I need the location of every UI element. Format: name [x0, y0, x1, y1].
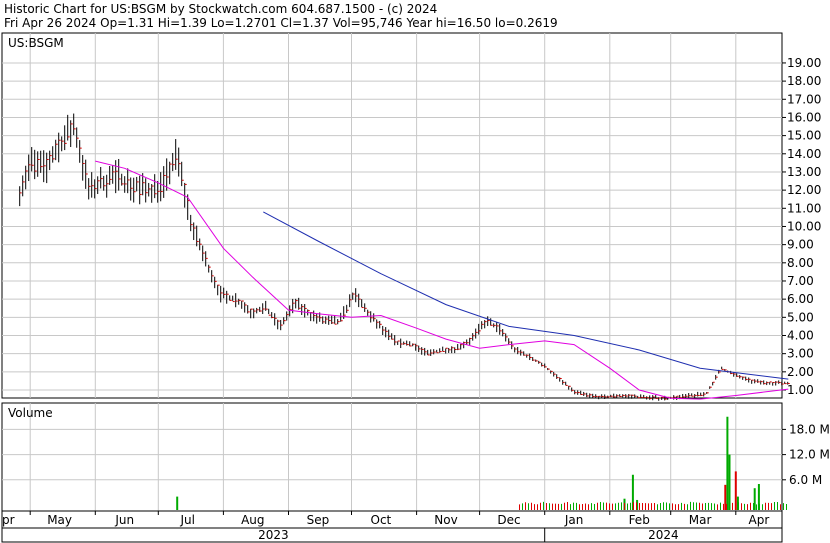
month-label: pr [2, 513, 15, 527]
price-tick-label: 13.00 [787, 165, 821, 179]
volume-tick-label: 18.0 M [789, 422, 830, 436]
price-tick-label: 10.00 [787, 219, 821, 233]
month-label: May [47, 513, 72, 527]
price-tick-label: 3.00 [787, 347, 814, 361]
month-label: Aug [241, 513, 264, 527]
price-tick-label: 19.00 [787, 56, 821, 70]
year-label: 2023 [258, 528, 289, 542]
month-label: Mar [689, 513, 712, 527]
volume-tick-label: 12.0 M [789, 448, 830, 462]
price-tick-label: 9.00 [787, 238, 814, 252]
month-label: Apr [749, 513, 770, 527]
price-panel-label: US:BSGM [8, 36, 64, 50]
volume-tick-label: 6.0 M [789, 473, 822, 487]
year-label: 2024 [648, 528, 679, 542]
volume-panel-label: Volume [8, 406, 53, 420]
month-label: Feb [629, 513, 650, 527]
price-tick-label: 11.00 [787, 201, 821, 215]
price-tick-label: 18.00 [787, 74, 821, 88]
month-label: Jan [564, 513, 584, 527]
price-tick-label: 15.00 [787, 129, 821, 143]
chart-header-title: Historic Chart for US:BSGM by Stockwatch… [4, 2, 438, 16]
price-tick-label: 12.00 [787, 183, 821, 197]
price-tick-label: 5.00 [787, 310, 814, 324]
price-tick-label: 7.00 [787, 274, 814, 288]
chart-header-stats: Fri Apr 26 2024 Op=1.31 Hi=1.39 Lo=1.270… [4, 16, 558, 30]
price-tick-label: 14.00 [787, 147, 821, 161]
price-tick-label: 4.00 [787, 328, 814, 342]
price-tick-label: 17.00 [787, 92, 821, 106]
month-label: Dec [497, 513, 520, 527]
month-label: Sep [307, 513, 330, 527]
stock-chart: 19.00 18.00 17.00 16.00 15.00 14.00 13.00 12.00… [0, 0, 830, 543]
price-tick-label: 6.00 [787, 292, 814, 306]
price-tick-label: 16.00 [787, 110, 821, 124]
price-tick-label: 2.00 [787, 365, 814, 379]
month-label: Jul [179, 513, 194, 527]
price-tick-label: 1.00 [787, 383, 814, 397]
price-tick-label: 8.00 [787, 256, 814, 270]
month-label: Jun [114, 513, 134, 527]
month-label: Nov [434, 513, 457, 527]
month-label: Oct [371, 513, 392, 527]
